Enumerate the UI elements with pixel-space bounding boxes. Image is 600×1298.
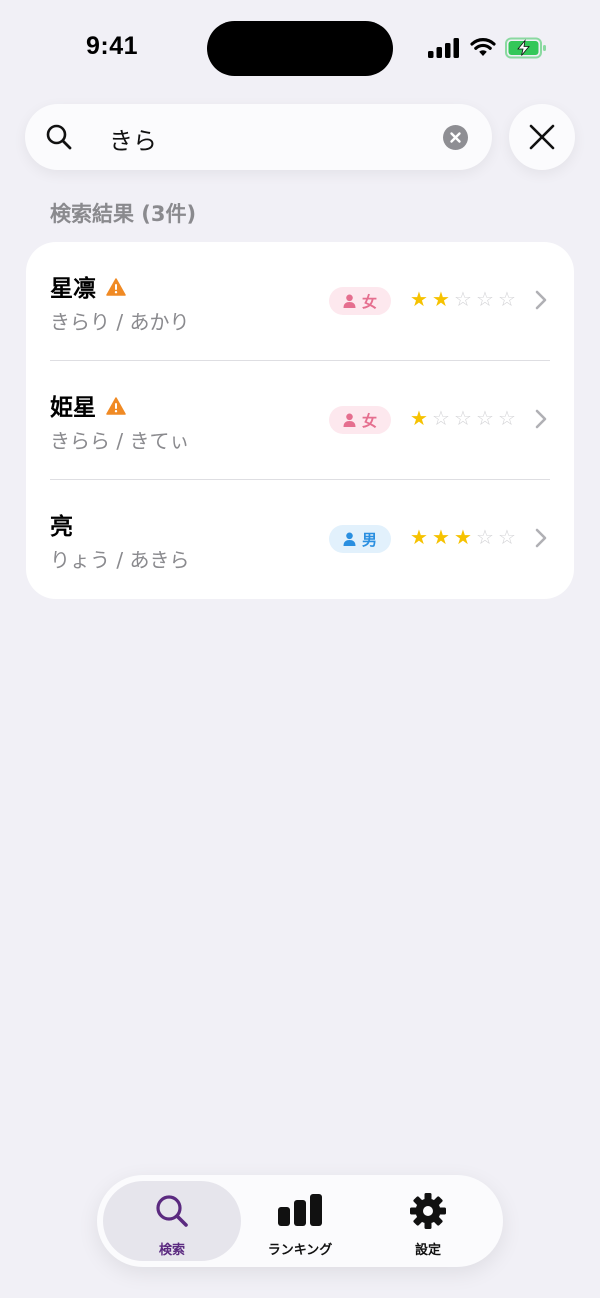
gender-badge: 女 — [329, 406, 391, 434]
chevron-right-icon — [535, 290, 547, 310]
star-filled-icon: ★ — [410, 525, 428, 549]
status-bar: 9:41 — [0, 0, 600, 100]
star-empty-icon: ☆ — [476, 406, 494, 430]
tab-label: 設定 — [414, 1243, 441, 1258]
star-filled-icon: ★ — [410, 406, 428, 430]
wifi-icon — [470, 38, 496, 56]
tab-settings[interactable]: 設定 — [359, 1181, 497, 1261]
results-list: 星凛 きらり / あかり 女 ★ ★ ☆ ☆ ☆ 姫星 きらら / きてぃ 女 … — [26, 242, 574, 599]
rating-stars: ★ ★ ☆ ☆ ☆ — [408, 285, 518, 313]
person-icon — [343, 532, 356, 546]
rating-stars: ★ ★ ★ ☆ ☆ — [408, 523, 518, 551]
search-icon — [156, 1195, 188, 1227]
name-kanji: 亮 — [50, 514, 73, 540]
warning-icon — [106, 397, 126, 415]
star-empty-icon: ☆ — [454, 287, 472, 311]
person-icon — [343, 413, 356, 427]
rating-stars: ★ ☆ ☆ ☆ ☆ — [408, 404, 518, 432]
star-empty-icon: ☆ — [498, 406, 516, 430]
close-icon — [529, 124, 555, 150]
warning-icon — [106, 278, 126, 296]
name-kanji: 姫星 — [50, 395, 96, 421]
close-search-button[interactable] — [509, 104, 575, 170]
result-row[interactable]: 姫星 きらら / きてぃ 女 ★ ☆ ☆ ☆ ☆ — [26, 361, 574, 480]
star-empty-icon: ☆ — [498, 287, 516, 311]
gender-badge: 男 — [329, 525, 391, 553]
bar-chart-icon — [278, 1194, 322, 1226]
chevron-right-icon — [535, 409, 547, 429]
star-empty-icon: ☆ — [476, 287, 494, 311]
battery-charging-icon — [505, 37, 546, 59]
gear-icon — [410, 1193, 446, 1229]
gender-label: 女 — [361, 411, 377, 430]
star-empty-icon: ☆ — [498, 525, 516, 549]
name-kanji: 星凛 — [50, 276, 96, 302]
star-filled-icon: ★ — [454, 525, 472, 549]
tab-label: ランキング — [267, 1243, 333, 1258]
tab-label: 検索 — [158, 1243, 185, 1258]
star-filled-icon: ★ — [432, 525, 450, 549]
tab-bar: 検索 ランキング 設定 — [97, 1175, 503, 1267]
chevron-right-icon — [535, 528, 547, 548]
name-reading: りょう / あきら — [50, 548, 190, 572]
tab-search[interactable]: 検索 — [103, 1181, 241, 1261]
tab-ranking[interactable]: ランキング — [231, 1181, 369, 1261]
star-empty-icon: ☆ — [454, 406, 472, 430]
star-empty-icon: ☆ — [476, 525, 494, 549]
person-icon — [343, 294, 356, 308]
search-icon — [46, 124, 72, 150]
gender-badge: 女 — [329, 287, 391, 315]
dynamic-island — [207, 21, 393, 76]
gender-label: 男 — [361, 530, 377, 549]
name-reading: きらり / あかり — [50, 310, 190, 334]
clear-text-icon[interactable] — [443, 125, 468, 150]
search-input[interactable]: きら — [109, 121, 157, 156]
star-filled-icon: ★ — [432, 287, 450, 311]
gender-label: 女 — [361, 292, 377, 311]
results-count-label: 検索結果 (3件) — [50, 202, 197, 226]
star-filled-icon: ★ — [410, 287, 428, 311]
status-time: 9:41 — [86, 32, 139, 60]
result-row[interactable]: 星凛 きらり / あかり 女 ★ ★ ☆ ☆ ☆ — [26, 242, 574, 361]
cellular-signal-icon — [428, 38, 459, 58]
result-row[interactable]: 亮 りょう / あきら 男 ★ ★ ★ ☆ ☆ — [26, 480, 574, 599]
name-reading: きらら / きてぃ — [50, 429, 190, 453]
search-field[interactable]: きら — [25, 104, 492, 170]
star-empty-icon: ☆ — [432, 406, 450, 430]
